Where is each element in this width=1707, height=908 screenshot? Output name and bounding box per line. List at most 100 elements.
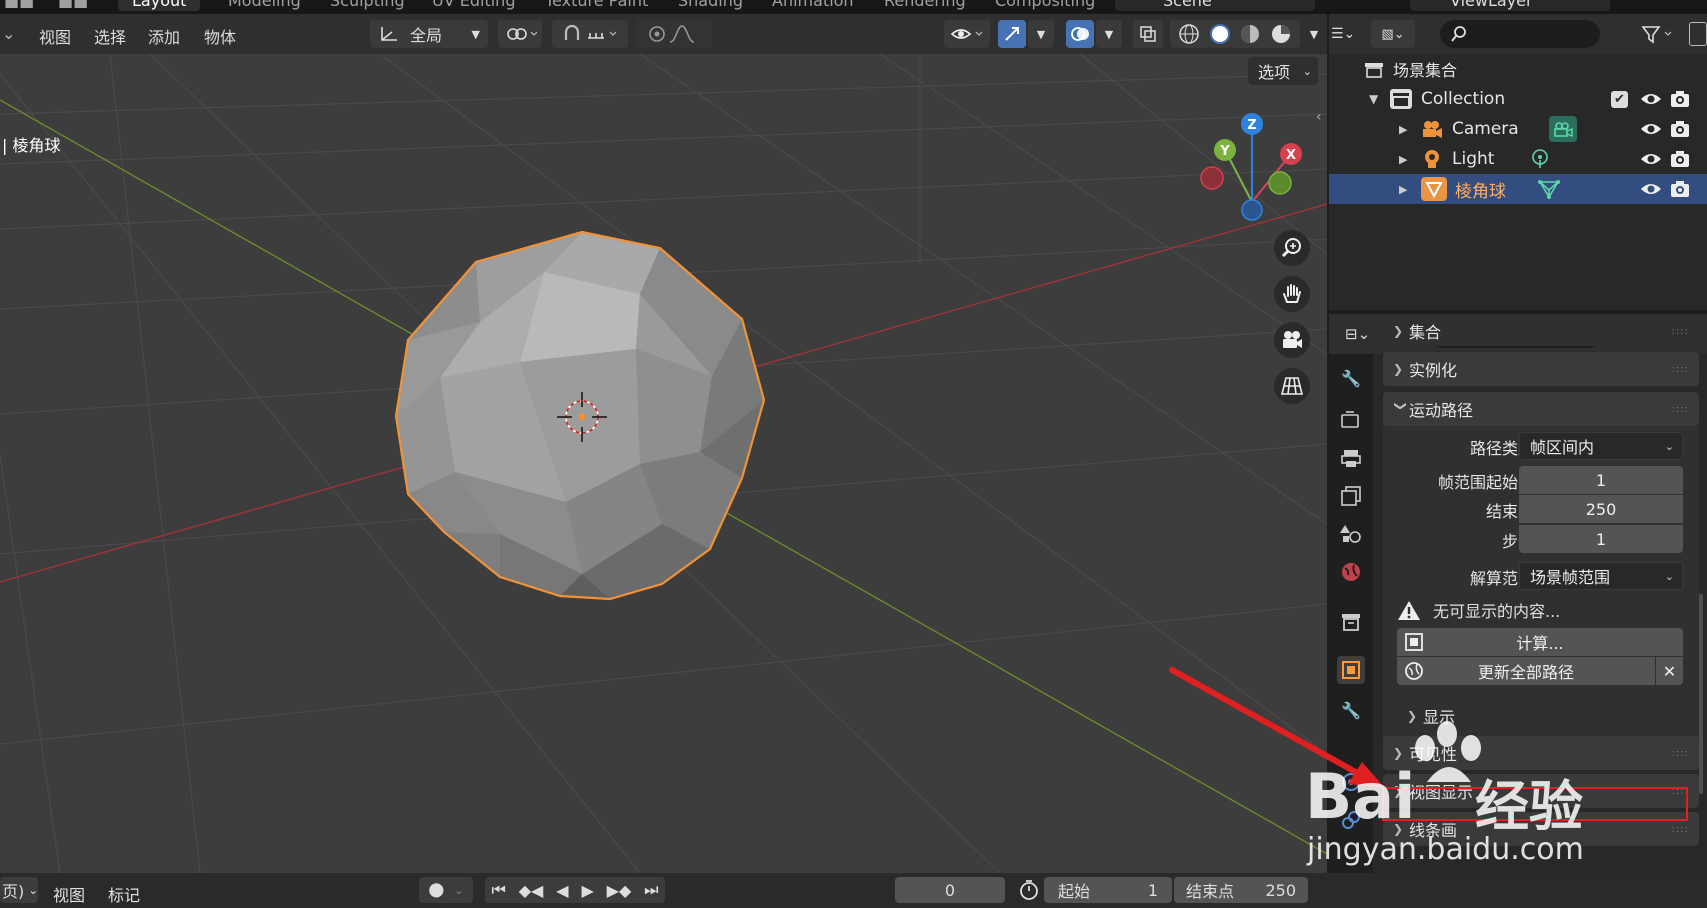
camera-render-icon[interactable]	[1670, 120, 1690, 138]
next-keyframe-icon[interactable]: ▶◆	[607, 881, 632, 900]
shading-options-dropdown[interactable]: ▼	[1303, 20, 1325, 48]
menu-select[interactable]: 选择	[94, 24, 126, 48]
drag-grip-icon[interactable]: ::::	[1672, 364, 1689, 375]
help-menu-partial[interactable]: ■■	[58, 0, 88, 11]
start-frame-field[interactable]: 起始 1	[1044, 877, 1172, 903]
file-menu-partial[interactable]: ■■	[4, 0, 34, 11]
eye-visibility-icon[interactable]	[1640, 91, 1662, 107]
rendered-shading-icon[interactable]	[1270, 23, 1292, 45]
jump-end-icon[interactable]: ⏭	[644, 880, 658, 900]
tab-output[interactable]	[1337, 444, 1365, 472]
tab-tool[interactable]: 🔧	[1337, 364, 1365, 392]
expand-down-icon[interactable]: ▼	[1369, 92, 1389, 106]
viewport-scene[interactable]: Z Y X	[0, 54, 1327, 873]
expand-right-icon[interactable]: ▶	[1399, 183, 1421, 196]
new-collection-icon[interactable]	[1689, 22, 1707, 46]
properties-scrollbar[interactable]	[1699, 594, 1703, 794]
options-dropdown[interactable]: 选项 ⌄	[1248, 57, 1318, 85]
play-icon[interactable]: ▶	[581, 881, 593, 900]
light-data-icon[interactable]	[1529, 148, 1551, 170]
tab-modeling[interactable]: Modeling	[228, 0, 301, 11]
3d-viewport[interactable]: Z Y X | 棱角球 选项 ⌄ ‹	[0, 54, 1327, 873]
gizmo-y-label[interactable]: Y	[1219, 144, 1230, 159]
panel-instancing[interactable]: ❯ 实例化 ::::	[1383, 352, 1699, 386]
calculate-paths-button[interactable]: 计算...	[1397, 628, 1683, 656]
tab-render[interactable]	[1337, 406, 1365, 434]
drag-grip-icon[interactable]: ::::	[1672, 748, 1689, 759]
end-frame-field[interactable]: 结束点 250	[1174, 877, 1308, 903]
tab-constraints[interactable]	[1337, 806, 1365, 834]
menu-object[interactable]: 物体	[204, 24, 236, 48]
expand-right-icon[interactable]: ▶	[1399, 123, 1421, 136]
drag-grip-icon[interactable]: ::::	[1672, 786, 1689, 797]
tab-world[interactable]	[1337, 558, 1365, 586]
clear-paths-button[interactable]: ✕	[1656, 657, 1683, 685]
transform-orientation-dropdown[interactable]: 全局 ▼	[370, 20, 488, 48]
eye-visibility-icon[interactable]	[1640, 121, 1662, 137]
camera-render-icon[interactable]	[1670, 180, 1690, 198]
solid-shading-icon[interactable]	[1209, 23, 1231, 45]
gizmo-x-label[interactable]: X	[1286, 148, 1296, 163]
panel-visibility[interactable]: ❯ 可见性 ::::	[1383, 736, 1699, 770]
editor-type-chevron-icon[interactable]: ⌄	[2, 24, 15, 43]
tab-layout[interactable]: Layout	[118, 0, 201, 11]
tab-physics[interactable]	[1337, 768, 1365, 796]
camera-render-icon[interactable]	[1670, 150, 1690, 168]
prev-keyframe-icon[interactable]: ◆◀	[519, 881, 544, 900]
subpanel-display[interactable]: ❯ 显示	[1397, 699, 1685, 733]
tab-object[interactable]	[1337, 656, 1365, 684]
panel-viewport-display[interactable]: ❯ 视图显示 ::::	[1383, 774, 1699, 808]
drag-grip-icon[interactable]: ::::	[1672, 404, 1689, 415]
tab-shading[interactable]: Shading	[678, 0, 743, 11]
outliner-row-camera[interactable]: ▶ Camera	[1329, 114, 1707, 144]
timeline-menu-view[interactable]: 视图	[53, 882, 85, 906]
path-type-dropdown[interactable]: 帧区间内 ⌄	[1519, 432, 1683, 460]
material-preview-icon[interactable]	[1239, 23, 1261, 45]
proportional-editing-button[interactable]	[636, 20, 712, 48]
camera-render-icon[interactable]	[1670, 90, 1690, 108]
outliner-search-input[interactable]	[1440, 20, 1600, 48]
overlays-toggle-button[interactable]	[1066, 20, 1094, 48]
menu-view[interactable]: 视图	[39, 24, 71, 48]
update-all-paths-button[interactable]: 更新全部路径	[1397, 657, 1655, 685]
navigation-gizmo[interactable]: Z Y X	[1200, 113, 1302, 221]
tab-compositing[interactable]: Compositing	[995, 0, 1095, 11]
snapping-button[interactable]	[552, 20, 628, 48]
mesh-data-icon[interactable]	[1537, 178, 1561, 200]
tab-animation[interactable]: Animation	[772, 0, 854, 11]
tab-uv-editing[interactable]: UV Editing	[432, 0, 515, 11]
visibility-filter-button[interactable]	[944, 20, 990, 48]
overlays-options-dropdown[interactable]: ▼	[1096, 20, 1122, 48]
zoom-button[interactable]	[1274, 230, 1310, 266]
viewlayer-selector[interactable]: ViewLayer	[1410, 0, 1610, 11]
outliner-row-scene-collection[interactable]: 场景集合	[1329, 54, 1707, 84]
gizmo-z-label[interactable]: Z	[1247, 118, 1256, 133]
exclude-checkbox[interactable]: ✔	[1611, 90, 1628, 108]
playback-dropdown[interactable]: 页) ⌄	[0, 877, 38, 903]
gizmo-options-dropdown[interactable]: ▼	[1028, 20, 1054, 48]
panel-motion-paths[interactable]: ❯ 运动路径 ::::	[1383, 392, 1699, 426]
frame-start-field[interactable]: 1	[1519, 466, 1683, 494]
wireframe-shading-icon[interactable]	[1178, 23, 1200, 45]
outliner-row-icosphere[interactable]: ▶ 棱角球	[1329, 174, 1707, 204]
expand-right-icon[interactable]: ▶	[1399, 153, 1421, 166]
tab-texture-paint[interactable]: Texture Paint	[545, 0, 648, 11]
play-reverse-icon[interactable]: ◀	[556, 881, 568, 900]
menu-add[interactable]: 添加	[148, 24, 180, 48]
drag-grip-icon[interactable]: ::::	[1672, 824, 1689, 835]
tab-scene[interactable]	[1337, 520, 1365, 548]
tab-modifiers[interactable]: 🔧	[1337, 696, 1365, 724]
panel-line-art[interactable]: ❯ 线条画 ::::	[1383, 812, 1699, 846]
calc-range-dropdown[interactable]: 场景帧范围 ⌄	[1519, 562, 1683, 590]
timeline-menu-marker[interactable]: 标记	[108, 882, 140, 906]
current-frame-field[interactable]: 0	[895, 877, 1005, 903]
camera-data-icon[interactable]	[1549, 116, 1577, 142]
tab-view-layer[interactable]	[1337, 482, 1365, 510]
step-field[interactable]: 1	[1519, 525, 1683, 553]
auto-keying-button[interactable]: ⬤ ⌄	[419, 877, 473, 903]
jump-start-icon[interactable]: ⏮	[491, 880, 505, 900]
eye-visibility-icon[interactable]	[1640, 181, 1662, 197]
outliner-editor-type-button[interactable]: ☰⌄	[1331, 22, 1361, 46]
drag-grip-icon[interactable]: ::::	[1672, 326, 1689, 337]
pivot-point-button[interactable]	[498, 20, 542, 48]
